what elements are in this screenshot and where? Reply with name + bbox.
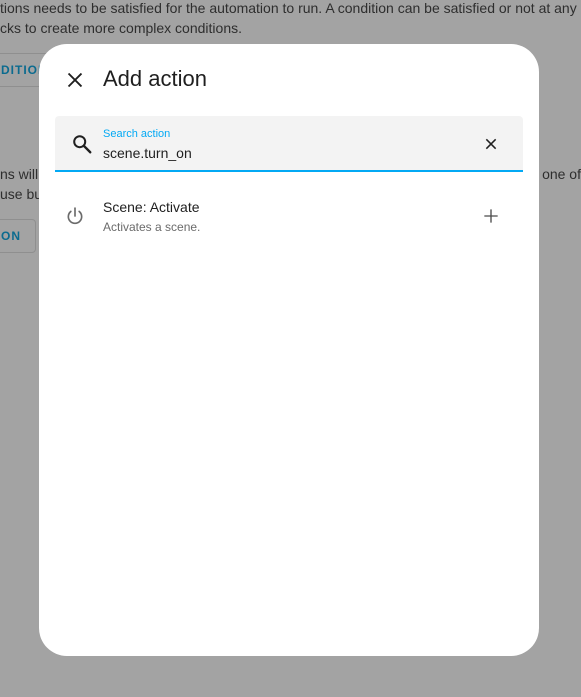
- dialog-title: Add action: [103, 66, 207, 91]
- search-label: Search action: [103, 128, 171, 140]
- background-text: one of: [542, 166, 581, 182]
- add-action-dialog: Add action Search action Scene: Activate…: [39, 44, 539, 656]
- close-icon: [67, 72, 83, 88]
- plus-icon: [484, 209, 498, 223]
- clear-search-button[interactable]: [479, 132, 503, 156]
- power-icon: [67, 207, 83, 225]
- close-button[interactable]: [59, 64, 91, 96]
- search-icon: [73, 135, 92, 154]
- background-text: tions needs to be satisfied for the auto…: [0, 0, 577, 16]
- dialog-header: Add action: [39, 44, 539, 114]
- background-text: cks to create more complex conditions.: [0, 20, 242, 36]
- search-field[interactable]: Search action: [55, 116, 523, 172]
- background-text: ns will: [0, 166, 39, 182]
- add-button[interactable]: [481, 206, 501, 226]
- background-add-action-button: ON: [0, 219, 36, 253]
- list-item[interactable]: Scene: Activate Activates a scene.: [39, 186, 539, 246]
- close-icon: [485, 138, 497, 150]
- search-input[interactable]: [103, 143, 463, 163]
- list-item-title: Scene: Activate: [103, 199, 200, 215]
- list-item-description: Activates a scene.: [103, 220, 201, 234]
